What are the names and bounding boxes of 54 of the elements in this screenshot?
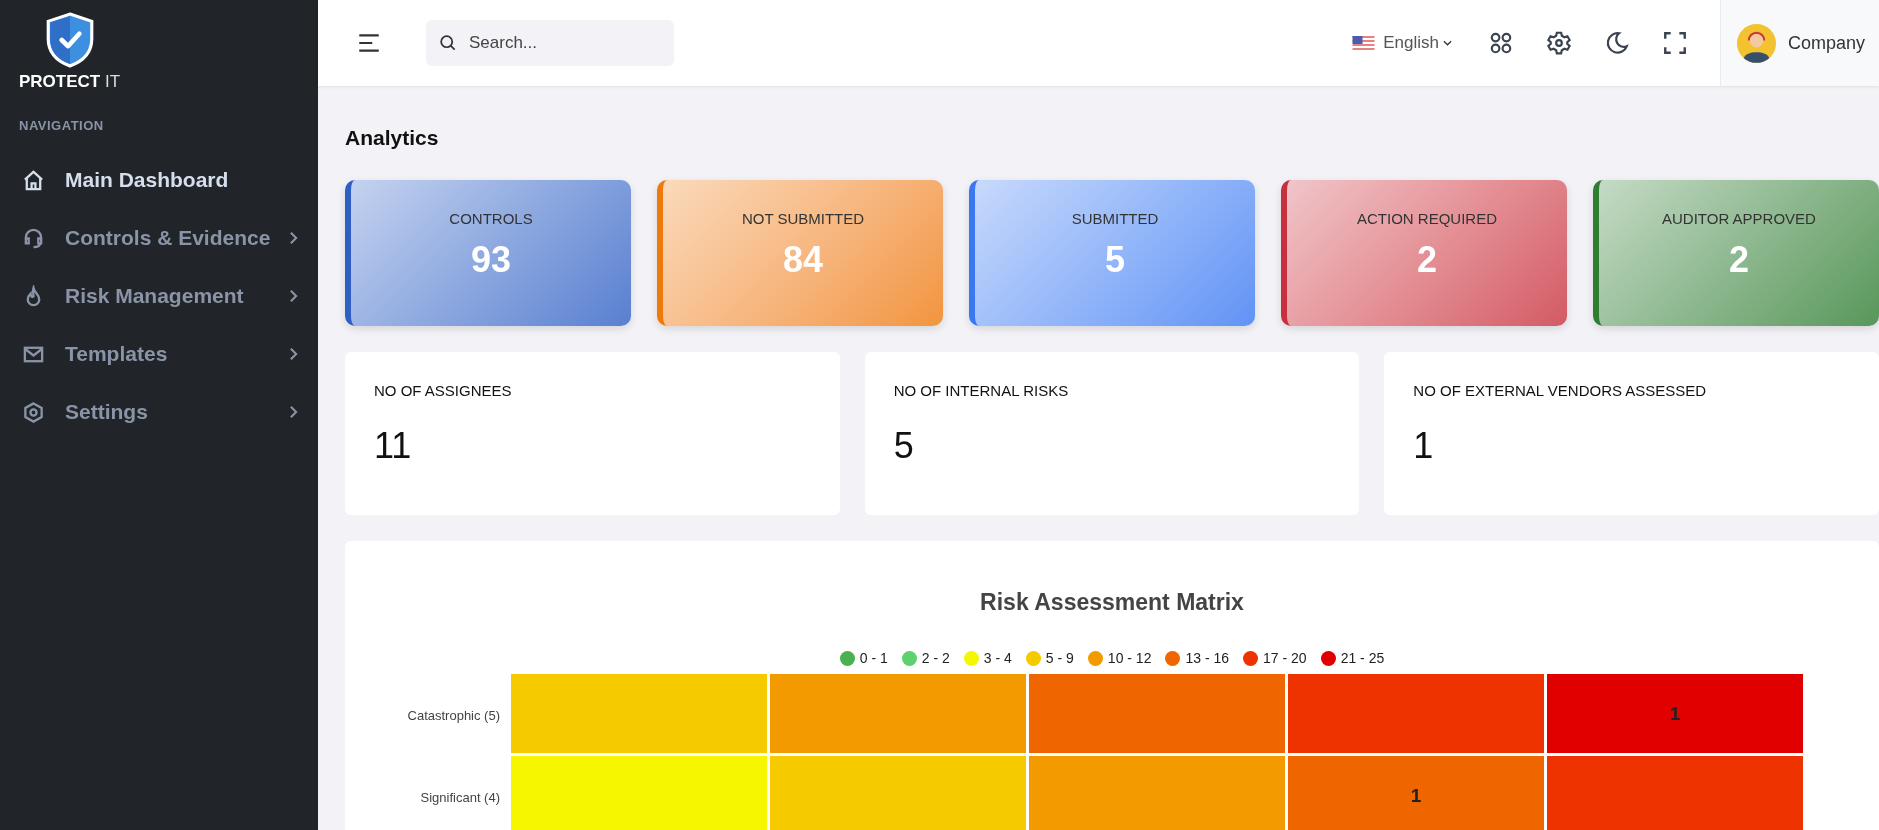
legend-label: 2 - 2 bbox=[921, 650, 950, 666]
settings-icon bbox=[22, 400, 45, 424]
legend-label: 5 - 9 bbox=[1045, 650, 1074, 666]
avatar-icon bbox=[1736, 23, 1776, 63]
chevron-icon bbox=[289, 347, 298, 361]
card-value: 5 bbox=[1105, 239, 1125, 281]
legend-label: 3 - 4 bbox=[983, 650, 1012, 666]
legend-label: 21 - 25 bbox=[1340, 650, 1385, 666]
row-label: Catastrophic (5) bbox=[406, 707, 501, 723]
card-label: NOT SUBMITTED bbox=[741, 210, 865, 227]
stat-label: NO OF INTERNAL RISKS bbox=[893, 382, 1070, 399]
sidebar-item[interactable]: Settings bbox=[0, 383, 318, 441]
language-selector[interactable]: English bbox=[1346, 32, 1458, 54]
row-label: Significant (4) bbox=[419, 789, 501, 805]
card-value: 2 bbox=[1417, 239, 1437, 281]
chevron-icon bbox=[289, 405, 298, 419]
home-icon bbox=[22, 168, 45, 192]
brand-name: PROTECT IT bbox=[19, 72, 121, 92]
card-value: 2 bbox=[1729, 239, 1749, 281]
stat-label: NO OF EXTERNAL VENDORS ASSESSED bbox=[1413, 382, 1708, 399]
stat-value: 5 bbox=[893, 425, 915, 467]
page-title: Analytics bbox=[345, 126, 440, 150]
search-field[interactable]: Search... bbox=[426, 20, 674, 66]
legend-label: 17 - 20 bbox=[1263, 650, 1307, 666]
sidebar-item[interactable]: Main Dashboard bbox=[0, 151, 318, 209]
legend-label: 10 - 12 bbox=[1107, 650, 1152, 666]
card-value: 84 bbox=[782, 239, 823, 281]
legend-label: 0 - 1 bbox=[859, 650, 888, 666]
stat-value: 1 bbox=[1413, 425, 1435, 467]
flag-icon bbox=[1352, 35, 1376, 51]
chevron-icon bbox=[289, 231, 298, 245]
settings-icon bbox=[1545, 30, 1572, 56]
stat-label: NO OF ASSIGNEES bbox=[374, 382, 513, 399]
card-label: ACTION REQUIRED bbox=[1357, 210, 1497, 227]
shield-logo-icon bbox=[44, 12, 96, 68]
sidebar-item[interactable]: Templates bbox=[0, 325, 318, 383]
nav-heading: NAVIGATION bbox=[18, 117, 105, 135]
card-label: SUBMITTED bbox=[1071, 210, 1159, 227]
caret-icon bbox=[1442, 40, 1452, 46]
user-menu[interactable]: Company bbox=[1719, 0, 1879, 86]
sidebar-item[interactable]: Controls & Evidence bbox=[0, 209, 318, 267]
matrix-title: Risk Assessment Matrix bbox=[979, 589, 1245, 616]
card-label: CONTROLS bbox=[449, 210, 533, 227]
card-value: 93 bbox=[470, 239, 511, 281]
legend-label: 13 - 16 bbox=[1185, 650, 1230, 666]
sidebar-item[interactable]: Risk Management bbox=[0, 267, 318, 325]
fullscreen-icon bbox=[1661, 30, 1688, 56]
card-label: AUDITOR APPROVED bbox=[1662, 210, 1816, 227]
matrix-cell: 1 bbox=[1547, 674, 1803, 753]
stat-value: 11 bbox=[374, 425, 413, 467]
headset-icon bbox=[22, 226, 45, 250]
matrix-cell: 1 bbox=[1288, 756, 1544, 830]
chevron-icon bbox=[289, 289, 298, 303]
search-icon bbox=[438, 33, 457, 52]
